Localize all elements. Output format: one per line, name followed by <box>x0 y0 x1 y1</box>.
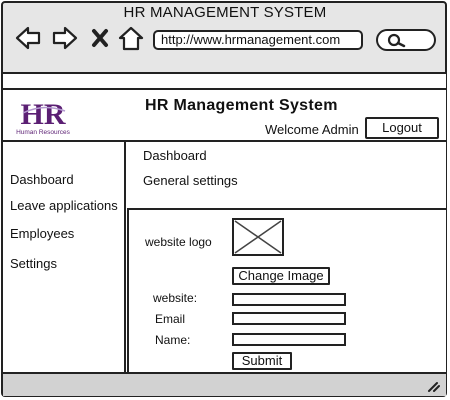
forward-arrow-icon[interactable] <box>51 24 79 52</box>
sidebar-item-dashboard[interactable]: Dashboard <box>10 172 74 187</box>
website-logo-label: website logo <box>145 235 212 249</box>
window-title: HR MANAGEMENT SYSTEM <box>123 4 327 21</box>
page-content: HR Human Resources HR Management System … <box>3 90 447 372</box>
website-field[interactable] <box>232 293 346 306</box>
svg-text:HR: HR <box>21 98 66 131</box>
settings-form-panel: website logo Change Image website: Email… <box>127 208 447 372</box>
app-header: HR Human Resources HR Management System … <box>3 90 446 142</box>
logo-image-placeholder <box>232 218 284 256</box>
breadcrumb-dashboard[interactable]: Dashboard <box>143 148 207 163</box>
email-field[interactable] <box>232 312 346 325</box>
website-label: website: <box>153 291 198 305</box>
back-arrow-icon[interactable] <box>14 24 42 52</box>
image-placeholder-icon <box>234 220 282 254</box>
resize-handle-icon[interactable] <box>426 380 440 392</box>
search-icon <box>387 33 406 48</box>
email-label: Email <box>155 312 186 326</box>
home-icon[interactable] <box>117 24 145 52</box>
sidebar: Dashboard Leave applications Employees S… <box>3 142 126 372</box>
sidebar-item-settings[interactable]: Settings <box>10 256 57 271</box>
name-field[interactable] <box>232 333 346 346</box>
svg-text:Human Resources: Human Resources <box>16 129 71 136</box>
hr-logo: HR Human Resources <box>13 95 73 137</box>
browser-search-box[interactable] <box>376 29 436 51</box>
breadcrumb-general-settings: General settings <box>143 173 238 188</box>
app-title: HR Management System <box>145 97 338 114</box>
change-image-button[interactable]: Change Image <box>232 267 330 285</box>
browser-toolbar-strip <box>3 72 446 90</box>
welcome-text: Welcome Admin <box>265 122 359 137</box>
logout-button[interactable]: Logout <box>365 117 439 139</box>
sidebar-item-leave-applications[interactable]: Leave applications <box>10 198 118 213</box>
status-bar <box>3 372 446 396</box>
url-bar[interactable]: http://www.hrmanagement.com <box>153 30 363 50</box>
close-x-icon[interactable] <box>90 24 110 52</box>
submit-button[interactable]: Submit <box>232 352 292 370</box>
sidebar-item-employees[interactable]: Employees <box>10 226 74 241</box>
name-label: Name: <box>155 333 191 347</box>
